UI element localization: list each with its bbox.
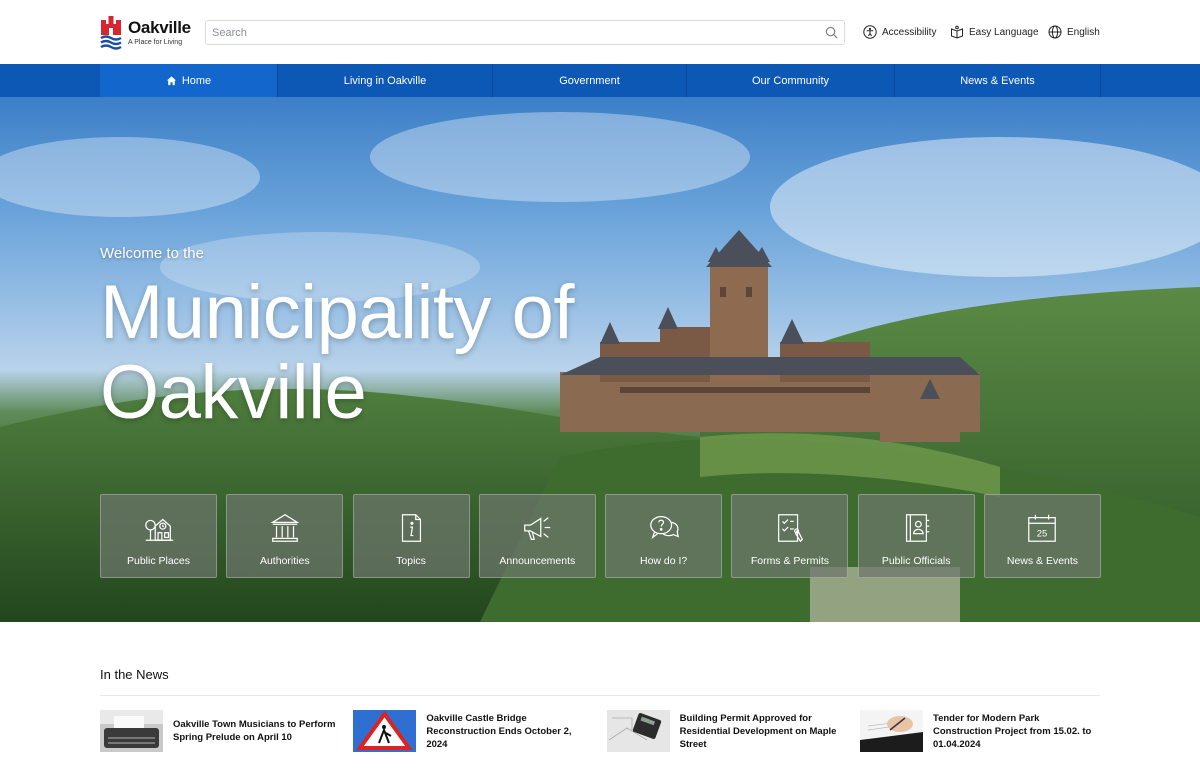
news-heading: In the News <box>100 667 169 682</box>
news-item-tender[interactable]: Tender for Modern Park Construction Proj… <box>859 709 1100 753</box>
tile-label: Forms & Permits <box>750 555 829 567</box>
brand-name: Oakville <box>128 17 191 37</box>
news-list: Oakville Town Musicians to Perform Sprin… <box>100 709 1100 753</box>
news-item-title: Oakville Town Musicians to Perform Sprin… <box>173 719 336 743</box>
tile-authorities[interactable]: Authorities <box>226 494 344 578</box>
building-icon <box>270 514 300 542</box>
nav-item-label: Government <box>559 74 620 87</box>
tile-forms-permits[interactable]: Forms & Permits <box>731 494 849 578</box>
tile-label: Announcements <box>499 555 576 567</box>
easy-language-icon <box>951 25 963 39</box>
search-icon[interactable] <box>825 26 838 39</box>
oakville-crest-icon <box>100 16 122 50</box>
main-nav: Home Living in Oakville Government Our C… <box>0 64 1200 97</box>
nav-item-label: News & Events <box>960 74 1035 87</box>
home-icon <box>166 76 176 86</box>
tile-news-events[interactable]: 25 News & Events <box>983 494 1101 578</box>
hero-banner: Welcome to the Municipality of Oakville … <box>0 97 1200 622</box>
roadwork-sign-thumb <box>353 710 417 752</box>
nav-item-community[interactable]: Our Community <box>687 64 895 97</box>
accessibility-link[interactable]: Accessibility <box>863 24 936 40</box>
news-item-bridge[interactable]: Oakville Castle Bridge Reconstruction En… <box>353 709 593 753</box>
news-item-building-permit[interactable]: Building Permit Approved for Residential… <box>606 709 847 753</box>
brand-tagline: A Place for Living <box>128 38 183 46</box>
hero-title: Municipality of Oakville <box>100 270 575 435</box>
tile-how-do-i[interactable]: How do I? <box>605 494 723 578</box>
tile-label: How do I? <box>639 555 688 567</box>
globe-icon <box>1048 25 1062 39</box>
accessibility-icon <box>863 25 877 39</box>
calendar-icon: 25 <box>1028 514 1057 542</box>
megaphone-icon <box>524 517 551 540</box>
nav-item-home[interactable]: Home <box>100 64 278 97</box>
tile-label: Authorities <box>259 555 310 567</box>
signing-document-thumb <box>859 710 923 752</box>
info-document-icon <box>401 514 422 542</box>
news-item-title: Building Permit Approved for Residential… <box>679 712 837 750</box>
news-item-musicians[interactable]: Oakville Town Musicians to Perform Sprin… <box>100 709 340 753</box>
calendar-day: 25 <box>1037 529 1048 540</box>
nav-item-government[interactable]: Government <box>493 64 687 97</box>
site-logo[interactable]: Oakville A Place for Living <box>100 12 192 52</box>
site-header: Oakville A Place for Living Accessibilit… <box>0 0 1200 64</box>
search-input[interactable] <box>206 21 806 44</box>
nav-item-news-events[interactable]: News & Events <box>895 64 1101 97</box>
nav-item-label: Our Community <box>751 74 830 87</box>
easy-language-label: Easy Language <box>969 26 1039 38</box>
tile-announcements[interactable]: Announcements <box>478 494 596 578</box>
quick-links: Public Places Authorities Topics Announc… <box>100 494 1101 578</box>
tile-topics[interactable]: Topics <box>352 494 470 578</box>
nav-item-label: Home <box>181 74 212 87</box>
question-chat-icon <box>649 516 679 540</box>
hero-welcome: Welcome to the <box>100 245 204 262</box>
news-divider <box>100 695 1100 696</box>
news-item-title: Oakville Castle Bridge Reconstruction En… <box>426 712 572 750</box>
nav-item-living[interactable]: Living in Oakville <box>278 64 493 97</box>
search-box <box>205 20 845 45</box>
tile-public-officials[interactable]: Public Officials <box>857 494 975 578</box>
language-selector[interactable]: English <box>1048 24 1100 40</box>
tile-public-places[interactable]: Public Places <box>100 494 217 578</box>
easy-language-link[interactable]: Easy Language <box>950 24 1039 40</box>
checklist-icon <box>777 514 803 543</box>
calculator-plans-thumb <box>606 710 670 752</box>
park-clock-icon <box>144 518 173 541</box>
contact-book-icon <box>906 514 930 542</box>
tile-label: News & Events <box>1006 555 1079 567</box>
nav-item-label: Living in Oakville <box>343 74 427 87</box>
news-item-title: Tender for Modern Park Construction Proj… <box>932 712 1092 750</box>
accessibility-label: Accessibility <box>882 26 937 38</box>
language-label: English <box>1067 26 1100 38</box>
tile-label: Public Places <box>126 555 191 567</box>
tile-label: Public Officials <box>881 555 951 567</box>
typewriter-thumb <box>100 710 163 752</box>
tile-label: Topics <box>396 555 426 567</box>
